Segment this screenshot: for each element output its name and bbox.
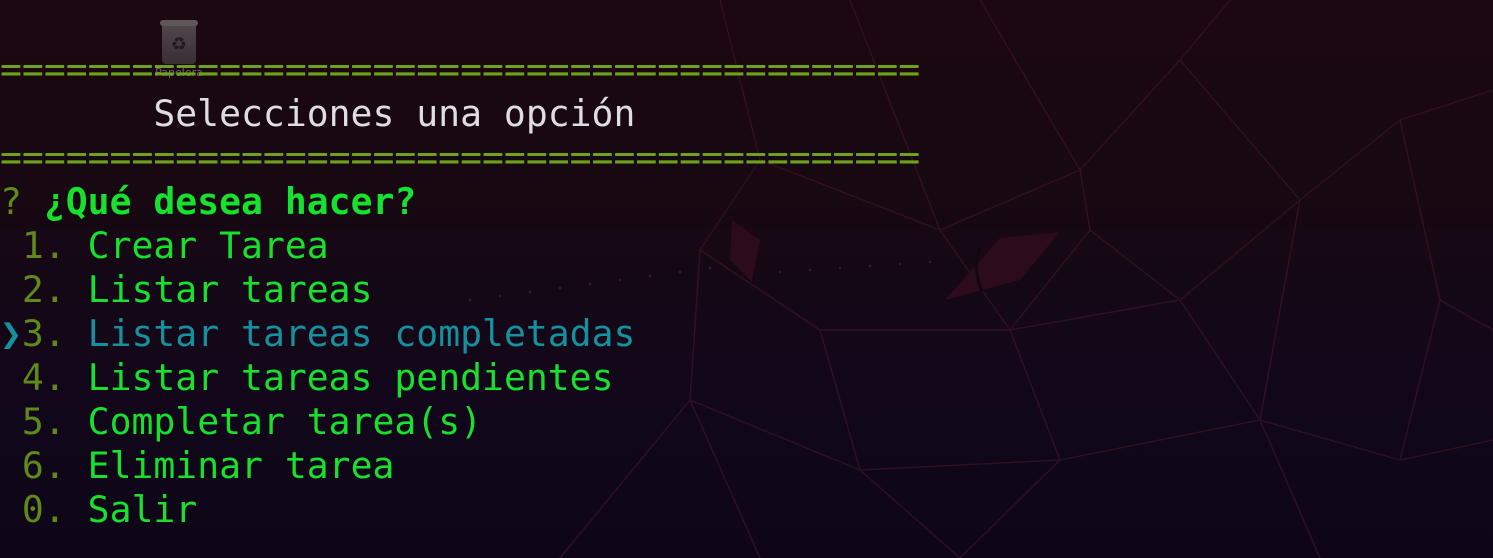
menu-option[interactable]: ❯3. Listar tareas completadas [0, 312, 1493, 356]
option-indent [0, 356, 22, 399]
option-label: Listar tareas [87, 268, 373, 311]
option-indent [0, 488, 22, 531]
option-number: 0. [21, 488, 66, 531]
option-number: 4. [21, 356, 66, 399]
terminal-output: ========================================… [0, 48, 1493, 532]
menu-option[interactable]: 0. Salir [0, 488, 1493, 532]
option-indent [0, 224, 22, 267]
menu-option[interactable]: 1. Crear Tarea [0, 224, 1493, 268]
option-number: 1. [21, 224, 66, 267]
option-number: 6. [21, 444, 66, 487]
menu-option[interactable]: 2. Listar tareas [0, 268, 1493, 312]
selection-pointer-icon: ❯ [0, 312, 22, 355]
option-indent [0, 268, 22, 311]
option-number: 3. [21, 312, 66, 355]
prompt-question-mark: ? [0, 180, 22, 223]
option-indent [0, 400, 22, 443]
option-indent [0, 444, 22, 487]
prompt-question: ¿Qué desea hacer? [43, 180, 417, 223]
menu-options-list: 1. Crear Tarea 2. Listar tareas ❯3. Lista… [0, 224, 1493, 532]
option-label: Salir [87, 488, 198, 531]
option-label: Listar tareas completadas [87, 312, 636, 355]
menu-option[interactable]: 4. Listar tareas pendientes [0, 356, 1493, 400]
option-label: Crear Tarea [87, 224, 329, 267]
prompt-line: ? ¿Qué desea hacer? [0, 180, 1493, 224]
menu-option[interactable]: 6. Eliminar tarea [0, 444, 1493, 488]
option-label: Eliminar tarea [87, 444, 395, 487]
header-divider-bottom: ========================================… [0, 136, 921, 179]
header-divider-top: ========================================… [0, 48, 921, 91]
option-number: 2. [21, 268, 66, 311]
menu-title: Selecciones una opción [0, 92, 636, 135]
option-number: 5. [21, 400, 66, 443]
menu-option[interactable]: 5. Completar tarea(s) [0, 400, 1493, 444]
option-label: Completar tarea(s) [87, 400, 483, 443]
option-label: Listar tareas pendientes [87, 356, 614, 399]
